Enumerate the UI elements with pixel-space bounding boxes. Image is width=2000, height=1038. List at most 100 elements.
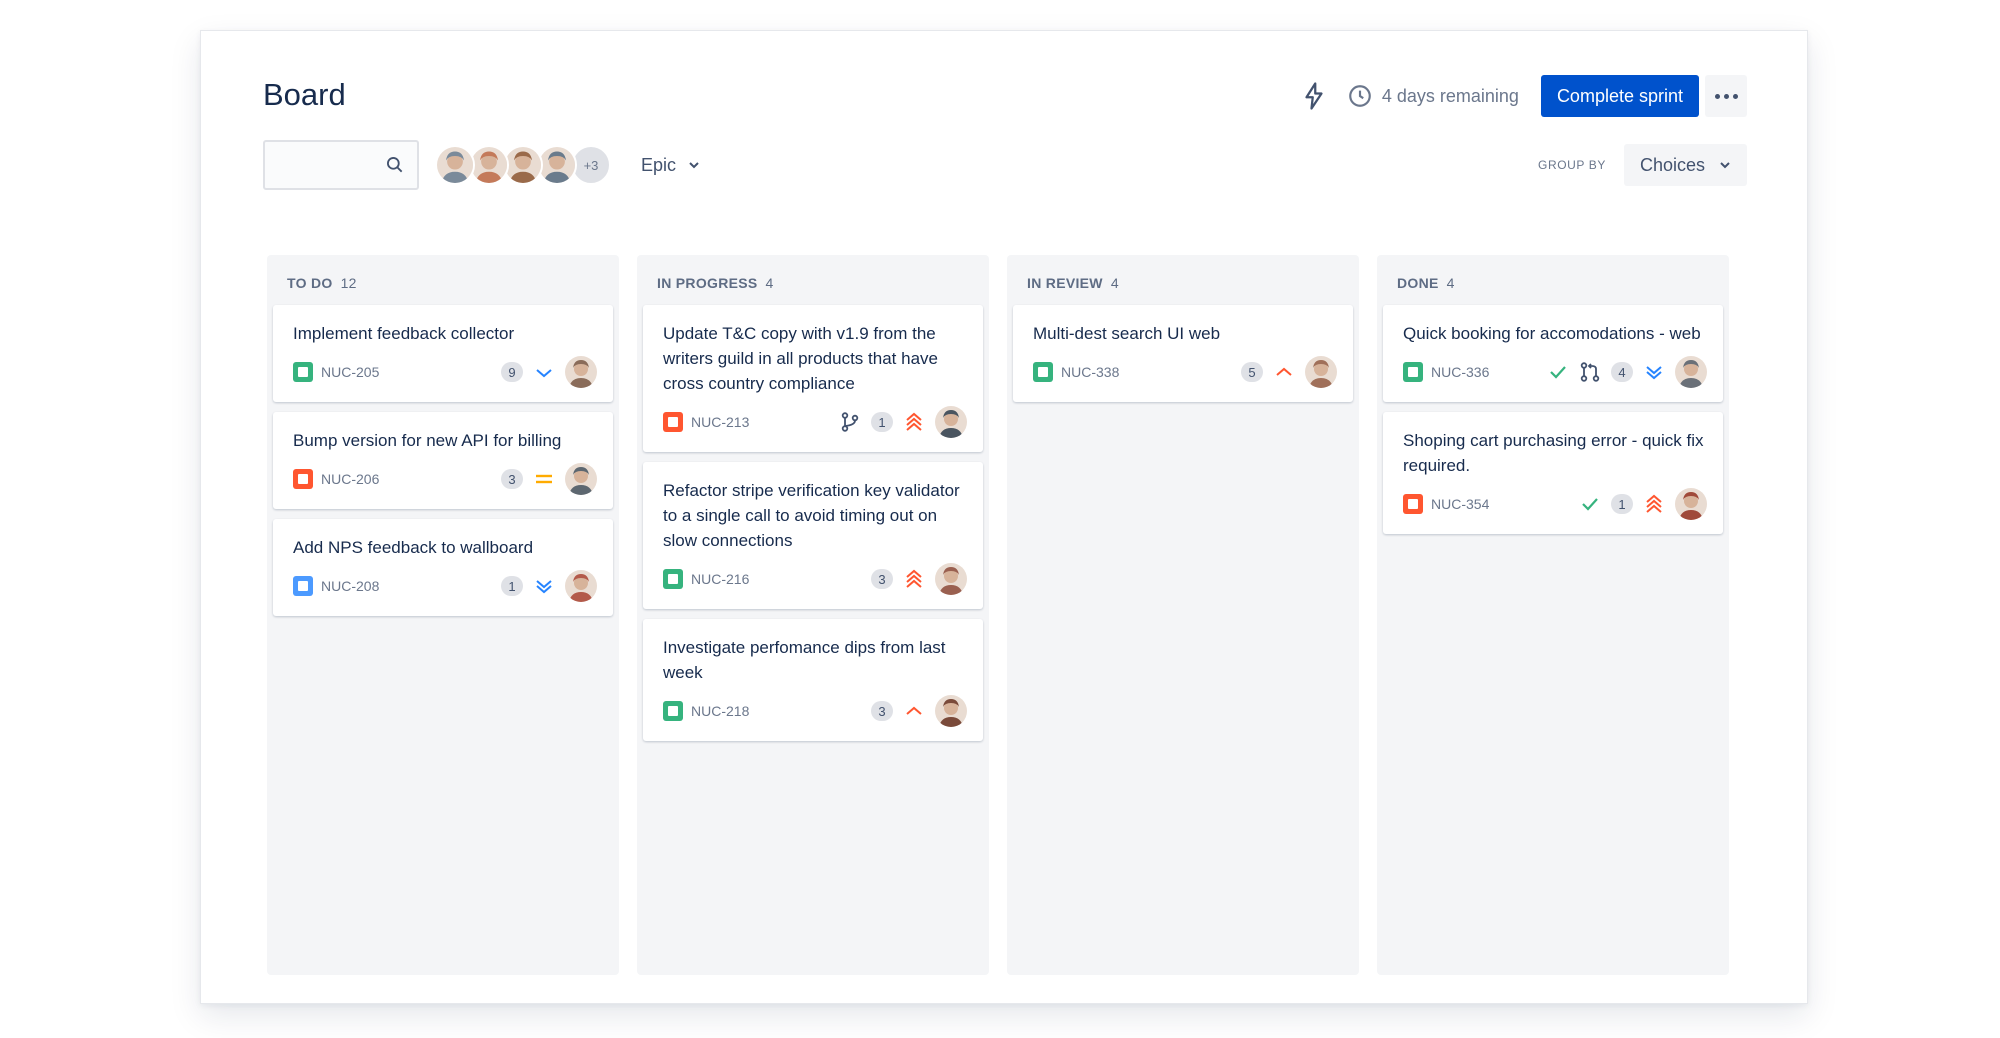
issue-card[interactable]: Multi-dest search UI web NUC-338 5 xyxy=(1013,305,1353,402)
issue-key[interactable]: NUC-336 xyxy=(1431,364,1489,380)
card-assignee-avatar[interactable] xyxy=(935,563,967,595)
search-box xyxy=(263,140,419,190)
card-assignee-avatar[interactable] xyxy=(935,406,967,438)
card-footer: NUC-338 5 xyxy=(1033,356,1337,388)
priority-highest-icon xyxy=(906,412,922,431)
column-in-review: IN REVIEW 4 Multi-dest search UI web NUC-33… xyxy=(1007,255,1359,975)
card-meta: 1 xyxy=(839,406,967,438)
story-points-badge: 1 xyxy=(501,576,523,596)
card-title: Add NPS feedback to wallboard xyxy=(293,538,534,557)
issue-type-inner xyxy=(1408,367,1418,377)
issue-type-bug-icon xyxy=(1403,494,1423,514)
branch-icon[interactable] xyxy=(839,411,861,433)
sprint-controls: 4 days remaining Complete sprint xyxy=(1299,75,1747,117)
card-footer: NUC-205 9 xyxy=(293,356,597,388)
column-count: 4 xyxy=(1446,275,1455,291)
column-header: TO DO 12 xyxy=(273,261,613,299)
issue-key[interactable]: NUC-338 xyxy=(1061,364,1119,380)
more-assignees-badge[interactable]: +3 xyxy=(571,145,611,185)
column-done: DONE 4 Quick booking for accomodations - w… xyxy=(1377,255,1729,975)
card-meta: 1 xyxy=(1579,488,1707,520)
issue-key[interactable]: NUC-205 xyxy=(321,364,379,380)
column-name: IN REVIEW xyxy=(1027,275,1103,291)
card-meta: 9 xyxy=(501,356,597,388)
clock-icon xyxy=(1349,85,1371,107)
story-points-badge: 1 xyxy=(1611,494,1633,514)
issue-card[interactable]: Investigate perfomance dips from last we… xyxy=(643,619,983,741)
assignee-avatar[interactable] xyxy=(503,145,543,185)
group-by-select[interactable]: Choices xyxy=(1623,144,1747,186)
story-points-badge: 5 xyxy=(1241,362,1263,382)
issue-type-bug-icon xyxy=(663,412,683,432)
card-assignee-avatar[interactable] xyxy=(1675,488,1707,520)
issue-key[interactable]: NUC-218 xyxy=(691,703,749,719)
card-footer: NUC-218 3 xyxy=(663,695,967,727)
group-by-label: GROUP BY xyxy=(1538,158,1606,172)
issue-card[interactable]: Update T&C copy with v1.9 from the write… xyxy=(643,305,983,452)
complete-sprint-button[interactable]: Complete sprint xyxy=(1540,75,1699,117)
story-points-badge: 3 xyxy=(871,569,893,589)
priority-low-icon xyxy=(536,369,552,378)
issue-card[interactable]: Shoping cart purchasing error - quick fi… xyxy=(1383,412,1723,534)
card-meta: 1 xyxy=(501,570,597,602)
issue-key[interactable]: NUC-208 xyxy=(321,578,379,594)
assignee-avatar[interactable] xyxy=(537,145,577,185)
issue-card[interactable]: Quick booking for accomodations - web NUC… xyxy=(1383,305,1723,402)
story-points-badge: 3 xyxy=(501,469,523,489)
issue-type-inner xyxy=(668,706,678,716)
priority-high-icon xyxy=(906,706,922,715)
priority-highest-icon xyxy=(906,569,922,588)
group-by: GROUP BY Choices xyxy=(1538,144,1747,186)
done-check-icon xyxy=(1550,366,1566,379)
card-footer: NUC-208 1 xyxy=(293,570,597,602)
card-assignee-avatar[interactable] xyxy=(565,570,597,602)
card-footer: NUC-354 1 xyxy=(1403,488,1707,520)
chevron-down-icon xyxy=(1720,162,1730,169)
issue-type-story-icon xyxy=(293,362,313,382)
board-toolbar: +3 Epic GROUP BY Choices xyxy=(263,139,1747,191)
card-assignee-avatar[interactable] xyxy=(935,695,967,727)
card-title: Investigate perfomance dips from last we… xyxy=(663,638,946,682)
card-assignee-avatar[interactable] xyxy=(1305,356,1337,388)
assignee-avatar[interactable] xyxy=(469,145,509,185)
more-dots-icon xyxy=(1714,93,1720,99)
issue-type-inner xyxy=(1408,499,1418,509)
issue-type-inner xyxy=(298,367,308,377)
issue-type-story-icon xyxy=(663,569,683,589)
priority-lowest-icon xyxy=(1646,366,1662,380)
column-count: 4 xyxy=(1110,275,1119,291)
assignee-avatar[interactable] xyxy=(435,145,475,185)
page-title: Board xyxy=(263,77,346,112)
search-icon[interactable] xyxy=(385,155,405,175)
issue-type-story-icon xyxy=(1033,362,1053,382)
issue-key[interactable]: NUC-216 xyxy=(691,571,749,587)
epic-filter[interactable]: Epic xyxy=(641,155,700,176)
board-columns: TO DO 12 Implement feedback collector NUC-2… xyxy=(267,255,1729,975)
story-points-badge: 9 xyxy=(501,362,523,382)
issue-card[interactable]: Add NPS feedback to wallboard NUC-208 1 xyxy=(273,519,613,616)
card-meta: 5 xyxy=(1241,356,1337,388)
issue-type-story-icon xyxy=(663,701,683,721)
card-title: Shoping cart purchasing error - quick fi… xyxy=(1403,431,1704,475)
issue-card[interactable]: Bump version for new API for billing NUC-… xyxy=(273,412,613,509)
card-title: Multi-dest search UI web xyxy=(1033,324,1221,343)
issue-key[interactable]: NUC-354 xyxy=(1431,496,1489,512)
column-header: IN PROGRESS 4 xyxy=(643,261,983,299)
issue-card[interactable]: Implement feedback collector NUC-205 9 xyxy=(273,305,613,402)
card-meta: 3 xyxy=(871,695,967,727)
issue-key[interactable]: NUC-213 xyxy=(691,414,749,430)
card-assignee-avatar[interactable] xyxy=(565,463,597,495)
more-dot xyxy=(1723,93,1729,99)
automation-bolt-icon[interactable] xyxy=(1299,81,1329,111)
issue-key[interactable]: NUC-206 xyxy=(321,471,379,487)
assignee-avatars[interactable]: +3 xyxy=(435,145,611,185)
card-assignee-avatar[interactable] xyxy=(565,356,597,388)
search-input[interactable] xyxy=(265,142,375,188)
column-header: DONE 4 xyxy=(1383,261,1723,299)
card-assignee-avatar[interactable] xyxy=(1675,356,1707,388)
issue-type-inner xyxy=(668,574,678,584)
issue-card[interactable]: Refactor stripe verification key validat… xyxy=(643,462,983,609)
pull-request-icon[interactable] xyxy=(1579,361,1601,383)
more-actions-button[interactable] xyxy=(1705,75,1747,117)
column-name: TO DO xyxy=(287,275,333,291)
